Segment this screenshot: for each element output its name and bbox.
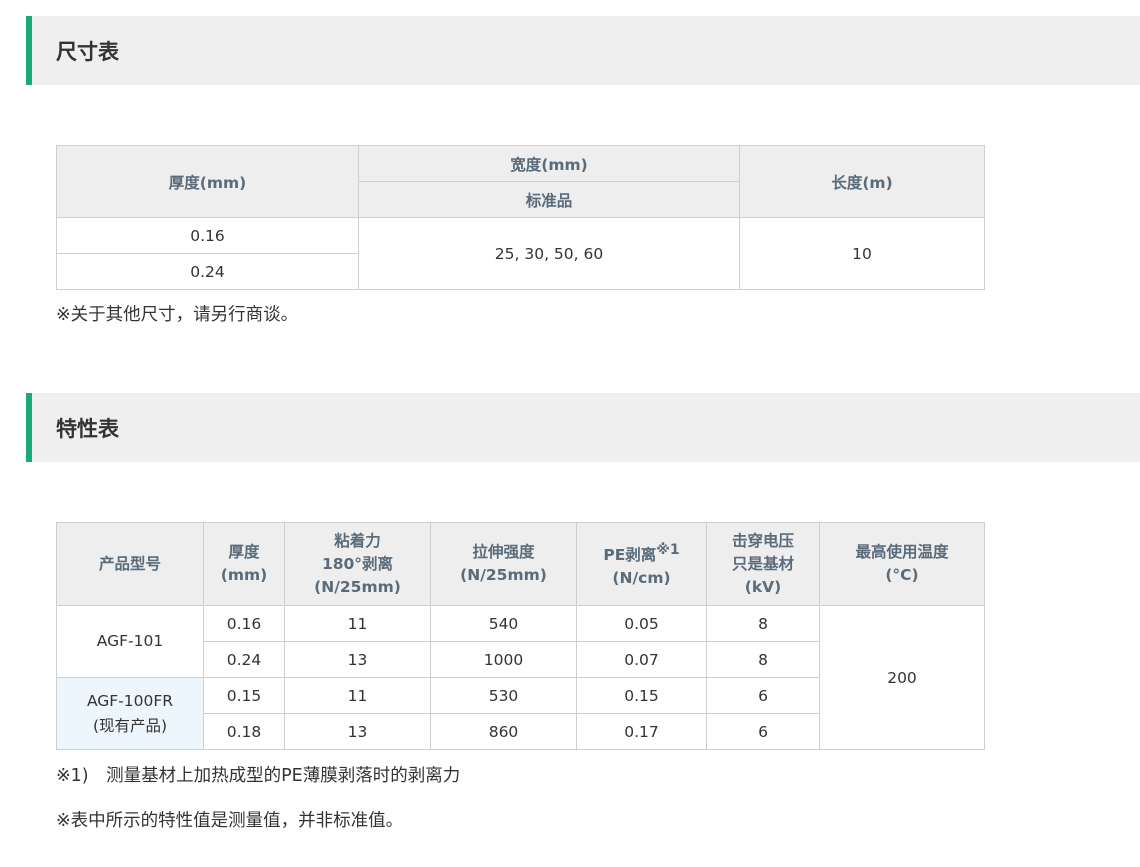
header-pe-peel: PE剥离※1 (N/cm) — [576, 522, 707, 606]
size-table: 厚度(mm) 宽度(mm) 长度(m) 标准品 0.16 25, 30, 50,… — [56, 145, 985, 290]
properties-table: 产品型号 厚度 (mm) 粘着力 180°剥离 (N/25mm) 拉伸强度 (N… — [56, 522, 985, 750]
table-row: AGF-101 0.16 11 540 0.05 8 200 — [56, 605, 985, 750]
breakdown-cell: 6 — [706, 677, 820, 714]
header-tensile-strength: 拉伸强度 (N/25mm) — [430, 522, 577, 606]
header-width: 宽度(mm) — [358, 145, 740, 182]
table-row: 0.16 25, 30, 50, 60 10 — [56, 217, 985, 290]
thickness-cell: 0.18 — [203, 713, 285, 750]
header-breakdown-voltage: 击穿电压 只是基材 (kV) — [706, 522, 820, 606]
thickness-cell: 0.15 — [203, 677, 285, 714]
pe-peel-cell: 0.07 — [576, 641, 707, 678]
tensile-cell: 860 — [430, 713, 577, 750]
tensile-cell: 530 — [430, 677, 577, 714]
properties-section-title: 特性表 — [56, 416, 119, 441]
header-length: 长度(m) — [739, 145, 985, 218]
header-thickness: 厚度(mm) — [56, 145, 359, 218]
footnote-pe-peel: ※1) 测量基材上加热成型的PE薄膜剥落时的剥离力 — [56, 766, 461, 786]
length-cell: 10 — [739, 217, 985, 290]
max-temp-cell: 200 — [819, 605, 985, 750]
header-width-standard: 标准品 — [358, 181, 740, 218]
properties-section-header: 特性表 — [26, 393, 1140, 462]
size-note: ※关于其他尺寸，请另行商谈。 — [56, 305, 299, 325]
adhesion-cell: 11 — [284, 677, 431, 714]
product-model-cell: AGF-101 — [56, 605, 204, 678]
size-section-header: 尺寸表 — [26, 16, 1140, 85]
adhesion-cell: 13 — [284, 713, 431, 750]
adhesion-cell: 11 — [284, 605, 431, 642]
pe-peel-cell: 0.15 — [576, 677, 707, 714]
thickness-cell: 0.24 — [56, 253, 359, 290]
pe-peel-cell: 0.17 — [576, 713, 707, 750]
thickness-cell: 0.16 — [56, 217, 359, 254]
header-thickness: 厚度 (mm) — [203, 522, 285, 606]
tensile-cell: 1000 — [430, 641, 577, 678]
pe-peel-cell: 0.05 — [576, 605, 707, 642]
size-section-title: 尺寸表 — [56, 39, 119, 64]
tensile-cell: 540 — [430, 605, 577, 642]
breakdown-cell: 6 — [706, 713, 820, 750]
width-cell: 25, 30, 50, 60 — [358, 217, 740, 290]
thickness-cell: 0.16 — [203, 605, 285, 642]
header-max-temperature: 最高使用温度 (°C) — [819, 522, 985, 606]
footnote-measured-values: ※表中所示的特性值是测量值，并非标准值。 — [56, 811, 404, 831]
breakdown-cell: 8 — [706, 605, 820, 642]
adhesion-cell: 13 — [284, 641, 431, 678]
product-model-cell: AGF-100FR (现有产品) — [56, 677, 204, 750]
header-model: 产品型号 — [56, 522, 204, 606]
breakdown-cell: 8 — [706, 641, 820, 678]
thickness-cell: 0.24 — [203, 641, 285, 678]
footnote-mark: ※1 — [656, 541, 680, 558]
header-adhesion: 粘着力 180°剥离 (N/25mm) — [284, 522, 431, 606]
